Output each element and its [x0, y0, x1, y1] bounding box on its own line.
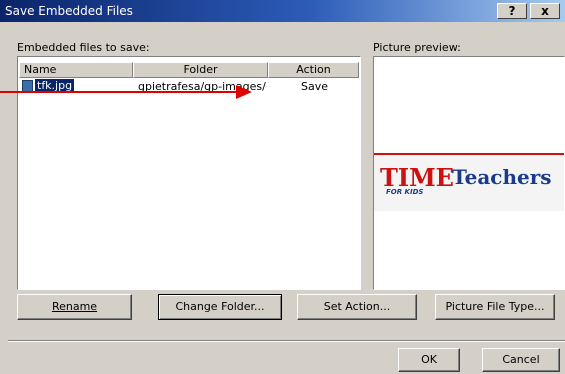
- change-folder-button[interactable]: Change Folder...: [158, 294, 282, 320]
- preview-image-sublogo: FOR KIDS: [386, 188, 424, 196]
- title-bar[interactable]: Save Embedded Files ? x: [0, 0, 565, 22]
- help-icon: ?: [508, 4, 516, 18]
- separator: [8, 340, 565, 342]
- cancel-button[interactable]: Cancel: [482, 348, 560, 372]
- preview-image-text: Teachers: [452, 165, 552, 189]
- column-header-name[interactable]: Name: [19, 62, 133, 78]
- ok-button[interactable]: OK: [398, 348, 460, 372]
- close-button[interactable]: x: [530, 3, 560, 19]
- rename-button[interactable]: Rename: [17, 294, 132, 320]
- help-button[interactable]: ?: [497, 3, 527, 19]
- annotation-arrow-icon: [0, 85, 252, 99]
- window-title: Save Embedded Files: [5, 4, 133, 18]
- embedded-files-label: Embedded files to save:: [17, 41, 150, 54]
- picture-preview-label: Picture preview:: [373, 41, 461, 54]
- set-action-button[interactable]: Set Action...: [297, 294, 417, 320]
- picture-preview-pane: TIME FOR KIDS Teachers: [373, 56, 565, 290]
- save-embedded-files-dialog: Save Embedded Files ? x Embedded files t…: [0, 0, 565, 374]
- column-header-folder[interactable]: Folder: [133, 62, 268, 78]
- close-icon: x: [541, 4, 549, 18]
- file-action: Save: [301, 80, 329, 93]
- column-header-action[interactable]: Action: [268, 62, 359, 78]
- picture-file-type-button[interactable]: Picture File Type...: [435, 294, 555, 320]
- preview-image: TIME FOR KIDS Teachers: [374, 153, 564, 211]
